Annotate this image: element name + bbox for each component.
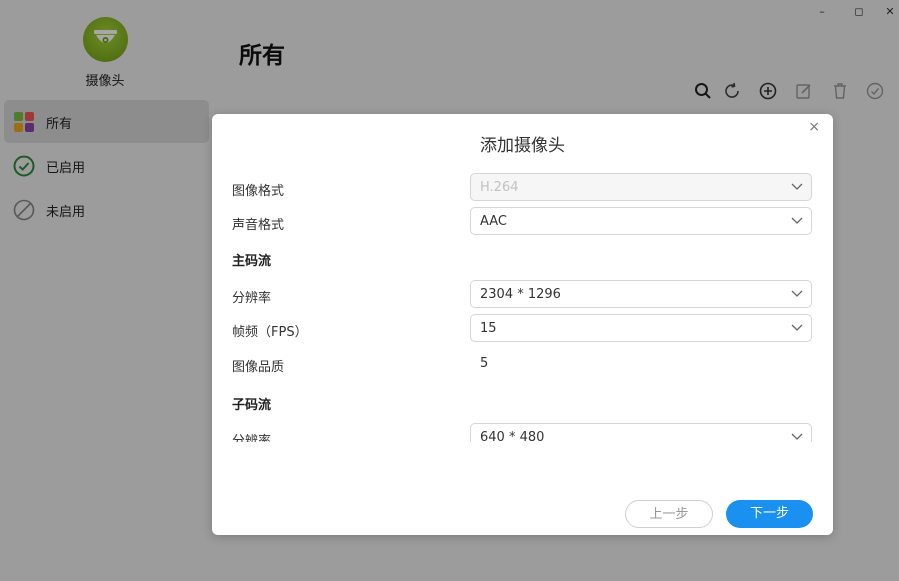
chevron-down-icon <box>791 217 803 224</box>
image-quality-value: 5 <box>480 356 489 371</box>
dialog-title: 添加摄像头 <box>480 136 565 156</box>
chevron-down-icon <box>791 183 803 190</box>
main-resolution-select[interactable]: 2304 * 1296 <box>470 280 812 308</box>
fps-value: 15 <box>480 321 497 336</box>
main-stream-heading: 主码流 <box>232 254 272 269</box>
main-resolution-label: 分辨率 <box>232 291 272 306</box>
audio-format-value: AAC <box>480 214 507 229</box>
fps-select[interactable]: 15 <box>470 314 812 342</box>
sub-resolution-select[interactable]: 640 * 480 <box>470 423 812 442</box>
sub-stream-heading: 子码流 <box>232 398 272 413</box>
chevron-down-icon <box>791 324 803 331</box>
form-scroll-area[interactable]: 图像格式 H.264 声音格式 AAC 主码流 分辨率 2304 * 1296 … <box>212 172 833 442</box>
sub-resolution-label: 分辨率 <box>232 434 272 442</box>
fps-label: 帧频（FPS） <box>232 325 308 340</box>
close-icon[interactable]: × <box>808 119 820 135</box>
add-camera-dialog: 添加摄像头 × 图像格式 H.264 声音格式 AAC 主码流 分辨率 2304… <box>212 114 833 535</box>
image-format-select: H.264 <box>470 173 812 201</box>
image-format-value: H.264 <box>480 180 519 195</box>
main-resolution-value: 2304 * 1296 <box>480 287 561 302</box>
chevron-down-icon <box>791 290 803 297</box>
previous-step-button[interactable]: 上一步 <box>625 500 713 528</box>
image-quality-label: 图像品质 <box>232 360 285 375</box>
chevron-down-icon <box>791 433 803 440</box>
sub-resolution-value: 640 * 480 <box>480 430 545 442</box>
audio-format-select[interactable]: AAC <box>470 207 812 235</box>
audio-format-label: 声音格式 <box>232 218 285 233</box>
next-step-button[interactable]: 下一步 <box>726 500 813 528</box>
image-format-label: 图像格式 <box>232 184 285 199</box>
